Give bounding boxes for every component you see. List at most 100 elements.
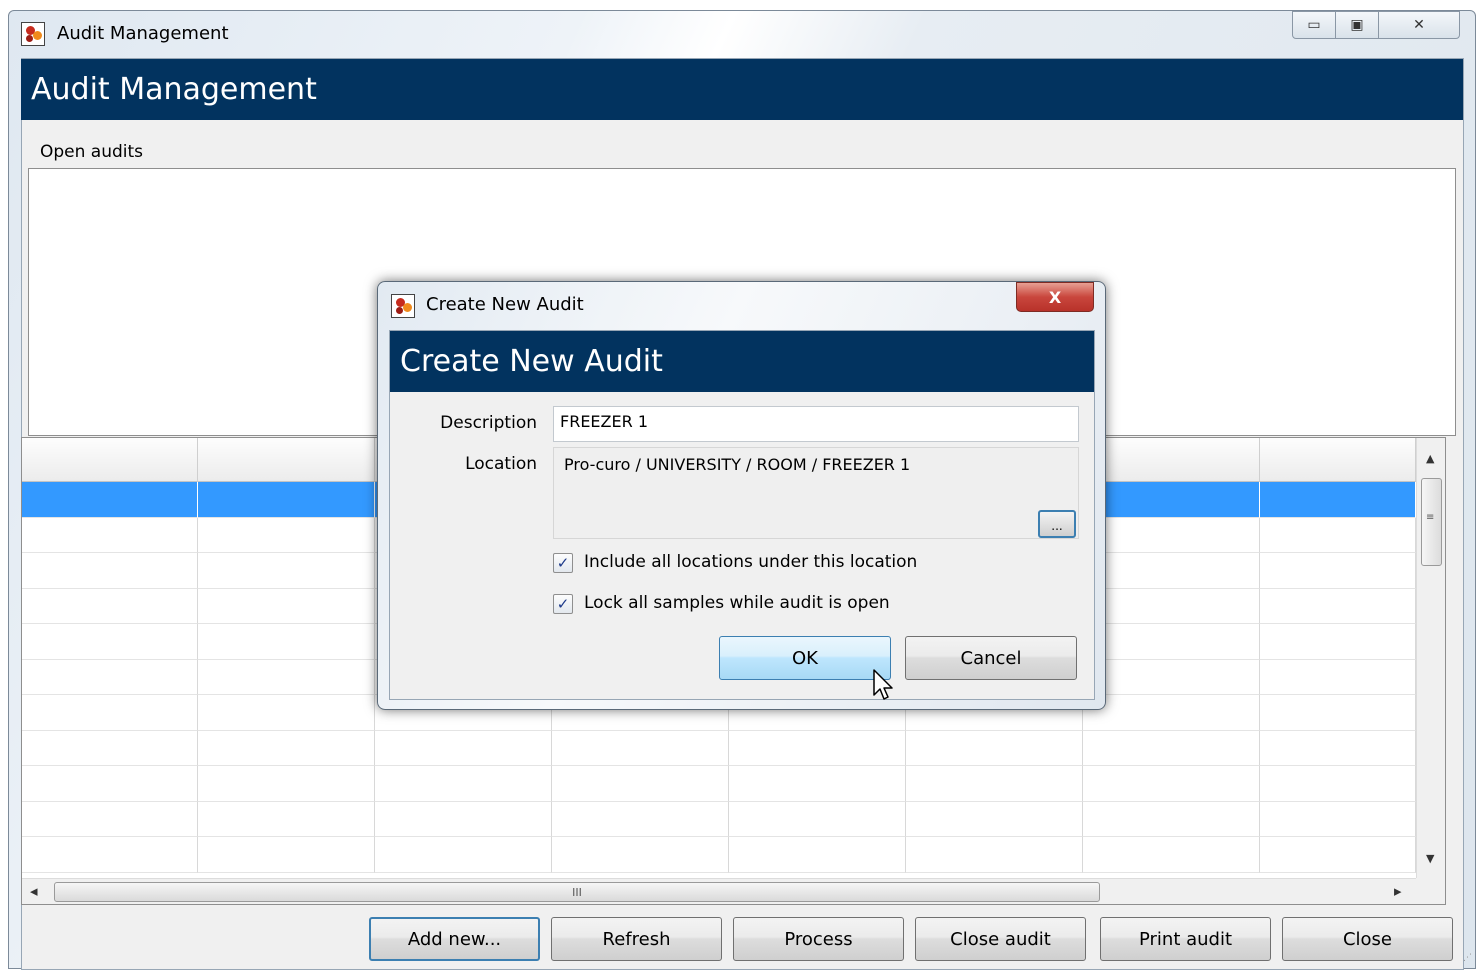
table-cell[interactable] <box>22 837 198 873</box>
checkmark-icon: ✓ <box>556 554 570 572</box>
table-cell[interactable] <box>552 801 729 837</box>
table-cell[interactable] <box>1083 553 1260 589</box>
table-cell[interactable] <box>1260 730 1416 766</box>
table-cell[interactable] <box>22 517 198 553</box>
table-cell[interactable] <box>552 730 729 766</box>
table-cell[interactable] <box>1260 482 1416 518</box>
table-cell[interactable] <box>729 730 906 766</box>
cancel-button[interactable]: Cancel <box>905 636 1077 680</box>
table-cell[interactable] <box>1260 659 1416 695</box>
table-cell[interactable] <box>906 801 1083 837</box>
table-cell[interactable] <box>906 730 1083 766</box>
lock-samples-checkbox[interactable]: ✓ <box>553 594 573 614</box>
table-cell[interactable] <box>1083 766 1260 802</box>
table-cell[interactable] <box>552 837 729 873</box>
dialog-close-button[interactable]: X <box>1016 282 1094 312</box>
scroll-left-icon[interactable]: ◂ <box>30 882 38 900</box>
table-cell[interactable] <box>198 624 375 660</box>
table-cell[interactable] <box>198 588 375 624</box>
scroll-up-icon[interactable]: ▲ <box>1426 452 1434 465</box>
grid-column-header[interactable] <box>198 438 375 482</box>
vertical-scrollbar[interactable]: ▲ ≡ ▼ <box>1416 438 1445 878</box>
table-cell[interactable] <box>198 695 375 731</box>
table-cell[interactable] <box>1083 695 1260 731</box>
table-cell[interactable] <box>198 482 375 518</box>
lock-samples-label[interactable]: Lock all samples while audit is open <box>584 593 890 613</box>
table-cell[interactable] <box>1260 695 1416 731</box>
table-cell[interactable] <box>1260 766 1416 802</box>
table-cell[interactable] <box>906 837 1083 873</box>
table-cell[interactable] <box>22 695 198 731</box>
table-cell[interactable] <box>22 730 198 766</box>
include-all-label[interactable]: Include all locations under this locatio… <box>584 552 917 572</box>
browse-location-button[interactable]: ... <box>1038 510 1076 538</box>
table-cell[interactable] <box>1260 801 1416 837</box>
include-all-checkbox[interactable]: ✓ <box>553 553 573 573</box>
table-cell[interactable] <box>729 766 906 802</box>
table-cell[interactable] <box>552 766 729 802</box>
table-row[interactable] <box>22 801 1416 837</box>
table-cell[interactable] <box>198 553 375 589</box>
vertical-scroll-thumb[interactable]: ≡ <box>1421 478 1442 566</box>
maximize-button[interactable]: ▣ <box>1335 11 1379 39</box>
table-cell[interactable] <box>22 553 198 589</box>
table-cell[interactable] <box>1083 837 1260 873</box>
ok-button[interactable]: OK <box>719 636 891 680</box>
table-cell[interactable] <box>1260 553 1416 589</box>
table-cell[interactable] <box>198 659 375 695</box>
table-row[interactable] <box>22 766 1416 802</box>
table-row[interactable] <box>22 730 1416 766</box>
table-cell[interactable] <box>375 837 552 873</box>
table-cell[interactable] <box>22 659 198 695</box>
table-cell[interactable] <box>1083 659 1260 695</box>
table-cell[interactable] <box>1083 517 1260 553</box>
table-cell[interactable] <box>22 801 198 837</box>
table-cell[interactable] <box>1083 801 1260 837</box>
grid-column-header[interactable] <box>1083 438 1260 482</box>
table-cell[interactable] <box>198 837 375 873</box>
table-cell[interactable] <box>198 517 375 553</box>
table-cell[interactable] <box>1260 624 1416 660</box>
print-audit-button[interactable]: Print audit <box>1100 917 1271 961</box>
description-input[interactable]: FREEZER 1 <box>553 406 1079 442</box>
resize-grip-icon[interactable]: ⋰ <box>1463 953 1472 963</box>
table-row[interactable] <box>22 837 1416 873</box>
horizontal-scroll-thumb[interactable]: III <box>54 882 1100 902</box>
table-cell[interactable] <box>1083 730 1260 766</box>
table-cell[interactable] <box>375 730 552 766</box>
table-cell[interactable] <box>1260 837 1416 873</box>
scroll-down-icon[interactable]: ▼ <box>1426 852 1434 865</box>
thumb-grip-icon: ≡ <box>1426 512 1435 523</box>
grid-column-header[interactable] <box>22 438 198 482</box>
create-audit-dialog: Create New Audit X Create New Audit Desc… <box>377 281 1106 710</box>
dialog-banner: Create New Audit <box>390 331 1094 392</box>
table-cell[interactable] <box>22 588 198 624</box>
window-close-button[interactable]: ✕ <box>1378 11 1460 39</box>
table-cell[interactable] <box>198 766 375 802</box>
table-cell[interactable] <box>729 801 906 837</box>
location-label: Location <box>465 454 537 474</box>
table-cell[interactable] <box>1260 517 1416 553</box>
table-cell[interactable] <box>198 730 375 766</box>
table-cell[interactable] <box>729 837 906 873</box>
table-cell[interactable] <box>22 624 198 660</box>
table-cell[interactable] <box>1260 588 1416 624</box>
close-audit-button[interactable]: Close audit <box>915 917 1086 961</box>
table-cell[interactable] <box>22 766 198 802</box>
table-cell[interactable] <box>906 766 1083 802</box>
grid-column-header[interactable] <box>1260 438 1416 482</box>
table-cell[interactable] <box>1083 588 1260 624</box>
table-cell[interactable] <box>1083 482 1260 518</box>
process-button[interactable]: Process <box>733 917 904 961</box>
table-cell[interactable] <box>1083 624 1260 660</box>
table-cell[interactable] <box>22 482 198 518</box>
table-cell[interactable] <box>375 766 552 802</box>
refresh-button[interactable]: Refresh <box>551 917 722 961</box>
horizontal-scrollbar[interactable]: ◂ III ▸ <box>22 878 1416 904</box>
close-button[interactable]: Close <box>1282 917 1453 961</box>
add-new-button[interactable]: Add new... <box>369 917 540 961</box>
table-cell[interactable] <box>198 801 375 837</box>
table-cell[interactable] <box>375 801 552 837</box>
minimize-button[interactable]: ▭ <box>1292 11 1336 39</box>
scroll-right-icon[interactable]: ▸ <box>1394 882 1402 900</box>
